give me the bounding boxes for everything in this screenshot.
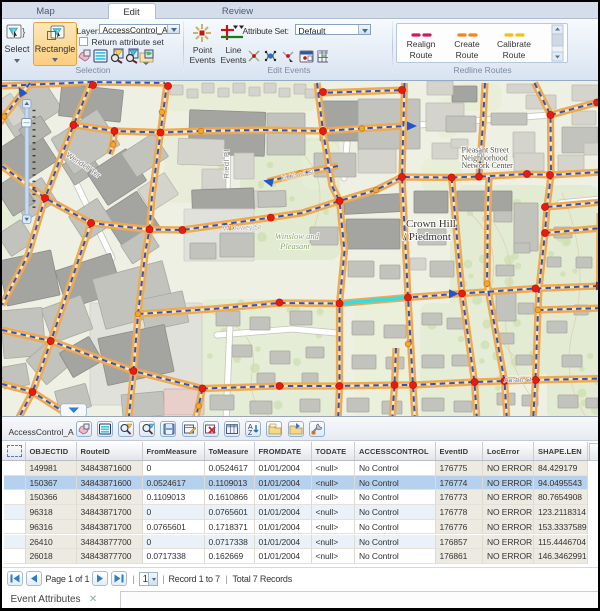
svg-text:Pleasant: Pleasant: [279, 241, 310, 251]
svg-text:/ Piedmont: / Piedmont: [403, 231, 451, 243]
svg-text:Riedl Pl: Riedl Pl: [222, 149, 231, 178]
svg-text:Route: Route: [502, 50, 525, 60]
svg-text:Route: Route: [409, 50, 432, 60]
svg-text:Realign: Realign: [406, 39, 435, 49]
svg-text:Z: Z: [248, 430, 253, 436]
svg-text:Calibrate: Calibrate: [496, 39, 530, 49]
svg-text:Select: Select: [4, 44, 30, 54]
svg-text:Austin St: Austin St: [503, 376, 531, 384]
svg-text:Create: Create: [454, 39, 480, 49]
svg-text:Route: Route: [455, 50, 478, 60]
svg-text:Crown Hill: Crown Hill: [406, 218, 456, 230]
svg-text:W Dewey St: W Dewey St: [222, 224, 261, 232]
svg-text:Network Center: Network Center: [461, 161, 513, 170]
svg-text:}: }: [22, 27, 26, 38]
svg-text:Winslow and: Winslow and: [275, 231, 319, 241]
svg-text:Rectangle: Rectangle: [34, 44, 75, 54]
